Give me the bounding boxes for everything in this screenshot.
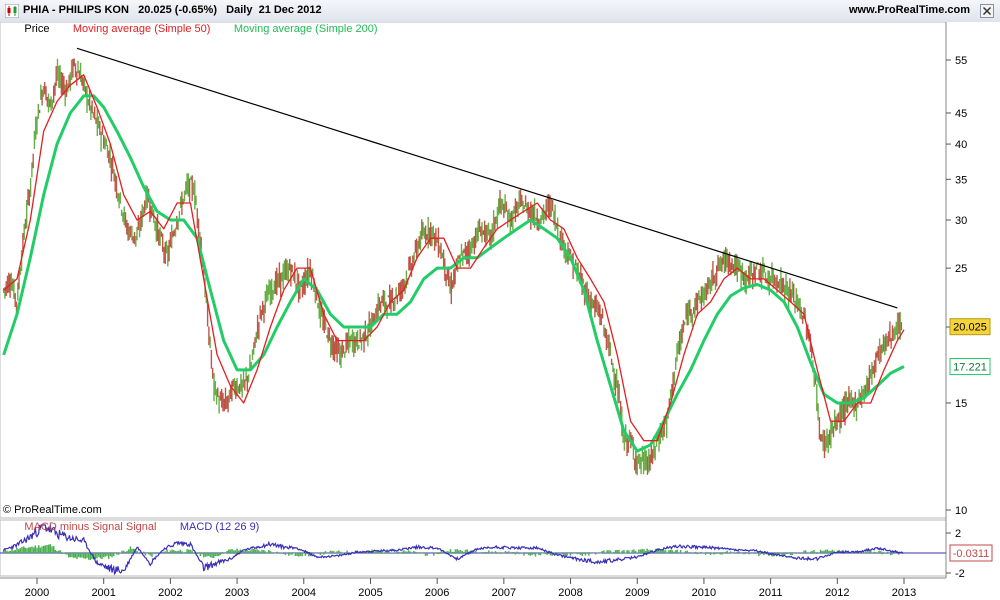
chart-title: PHIA - PHILIPS KON 20.025 (-0.65%) Daily… <box>23 4 322 16</box>
y-tick-label: 10 <box>955 505 967 517</box>
legend-ma200: Moving average (Simple 200) <box>234 23 378 35</box>
x-tick-label: 2004 <box>292 587 316 599</box>
macd-tick-label: 2 <box>955 528 961 540</box>
x-tick-label: 2012 <box>825 587 849 599</box>
x-tick-label: 2010 <box>692 587 716 599</box>
quote-value: 20.025 (-0.65%) <box>138 4 217 16</box>
price-panel <box>0 22 947 519</box>
title-bar: PHIA - PHILIPS KON 20.025 (-0.65%) Daily… <box>0 0 1000 23</box>
x-tick-label: 2008 <box>558 587 582 599</box>
site-link[interactable]: www.ProRealTime.com <box>849 4 970 16</box>
macd-legend: MACD minus Signal Signal MACD (12 26 9) <box>3 521 275 533</box>
close-icon[interactable] <box>980 4 994 18</box>
chart-window: PHIA - PHILIPS KON 20.025 (-0.65%) Daily… <box>0 0 1000 600</box>
y-tick-label: 15 <box>955 398 967 410</box>
symbol-name: PHIA - PHILIPS KON <box>23 4 129 16</box>
legend-ma50: Moving average (Simple 50) <box>73 23 211 35</box>
y-tick-label: 30 <box>955 215 967 227</box>
period-label: Daily 21 Dec 2012 <box>226 4 322 16</box>
x-tick-label: 2006 <box>425 587 449 599</box>
x-tick-label: 2002 <box>158 587 182 599</box>
y-tick-label: 55 <box>955 55 967 67</box>
x-tick-label: 2005 <box>358 587 382 599</box>
macd-tick-label: -2 <box>955 568 965 580</box>
copyright-text: © ProRealTime.com <box>3 504 102 516</box>
x-tick-label: 2000 <box>25 587 49 599</box>
x-tick-label: 2007 <box>492 587 516 599</box>
y-tick-label: 45 <box>955 108 967 120</box>
last-price-label: 20.025 <box>953 322 987 334</box>
chart-legend: Price Moving average (Simple 50) Moving … <box>3 23 393 35</box>
x-tick-label: 2011 <box>759 587 783 599</box>
x-axis: 2000 2001 2002 2003 2004 2005 2006 2007 2008 2009… <box>25 578 916 599</box>
legend-macd-signal: MACD minus Signal Signal <box>24 521 156 533</box>
legend-macd: MACD (12 26 9) <box>180 521 259 533</box>
price-chart: 10152025303540455520.02517.221 200020012… <box>0 22 1000 600</box>
x-tick-label: 2001 <box>91 587 115 599</box>
x-tick-label: 2009 <box>625 587 649 599</box>
y-tick-label: 25 <box>955 263 967 275</box>
x-tick-label: 2003 <box>225 587 249 599</box>
y-tick-label: 35 <box>955 174 967 186</box>
x-tick-label: 2013 <box>892 587 916 599</box>
ma200-value-label: 17.221 <box>953 362 987 374</box>
macd-last-value: -0.0311 <box>953 548 990 560</box>
legend-price: Price <box>24 23 49 35</box>
y-tick-label: 40 <box>955 139 967 151</box>
candlestick-icon <box>5 4 19 18</box>
